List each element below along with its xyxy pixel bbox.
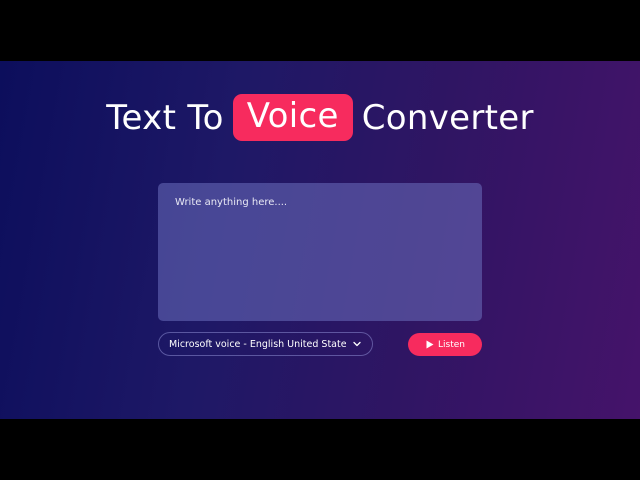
listen-button[interactable]: Listen: [408, 333, 482, 356]
voice-select[interactable]: Microsoft voice - English United States: [158, 332, 373, 356]
text-input[interactable]: [158, 183, 482, 321]
letterbox-bottom: [0, 419, 640, 480]
letterbox-top: [0, 0, 640, 61]
chevron-down-icon: [352, 339, 362, 349]
page-title: Text To Voice Converter: [0, 94, 640, 142]
text-input-container: [158, 183, 482, 321]
play-icon: [425, 340, 434, 349]
app-container: Text To Voice Converter Microsoft voice …: [0, 61, 640, 419]
title-text-before: Text To: [106, 97, 224, 138]
listen-button-label: Listen: [438, 339, 465, 350]
title-highlight: Voice: [232, 94, 353, 142]
title-text-after: Converter: [361, 97, 534, 138]
voice-select-value: Microsoft voice - English United States: [169, 338, 346, 350]
